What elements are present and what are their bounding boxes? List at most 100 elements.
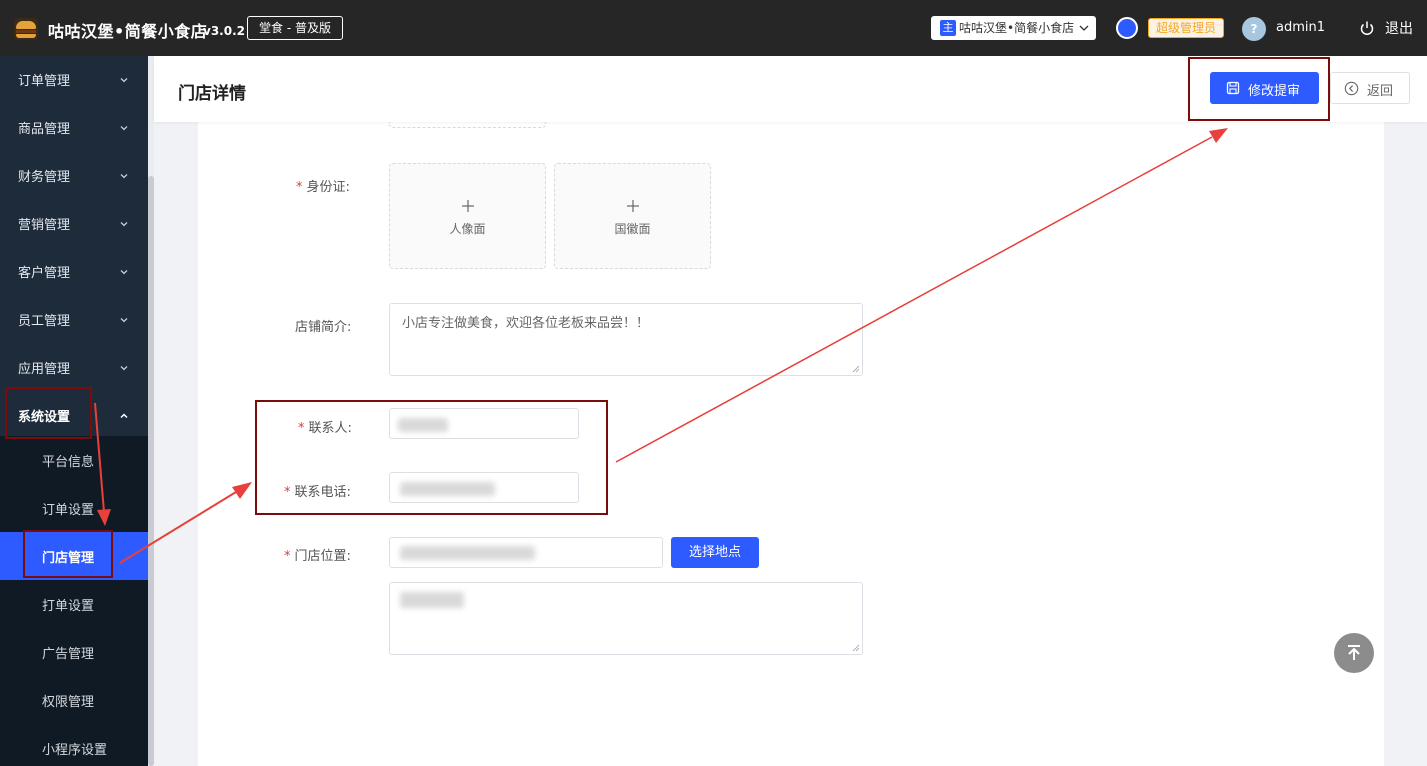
required-mark: *: [296, 180, 303, 195]
redacted-value: [400, 546, 535, 560]
store-detail-card: [198, 122, 1384, 766]
chevron-down-icon: [120, 174, 128, 179]
chevron-down-icon: [120, 270, 128, 275]
sidebar-item-marketing[interactable]: 营销管理: [0, 200, 148, 248]
page-header: 门店详情 修改提审 返回: [154, 56, 1427, 122]
status-dot-icon[interactable]: [1116, 17, 1138, 39]
save-icon: [1226, 81, 1240, 95]
sidebar-item-label: 应用管理: [18, 362, 71, 377]
intro-textarea[interactable]: 小店专注做美食，欢迎各位老板来品尝！！: [389, 303, 863, 376]
sidebar-item-label: 订单管理: [18, 74, 71, 89]
sidebar-subitem-ads[interactable]: 广告管理: [0, 628, 148, 676]
resize-handle-icon[interactable]: [852, 365, 860, 373]
burger-logo-icon: [14, 18, 38, 40]
system-settings-submenu: 平台信息 订单设置 门店管理 打单设置 广告管理 权限管理 小程序设置: [0, 436, 148, 766]
id-front-label: 人像面: [449, 222, 486, 236]
page-title: 门店详情: [178, 84, 246, 104]
content-area: [154, 122, 1427, 766]
sidebar-item-label: 员工管理: [18, 314, 71, 329]
chevron-down-icon: [120, 318, 128, 323]
phone-input[interactable]: [389, 472, 579, 503]
sidebar-subitem-miniprogram[interactable]: 小程序设置: [0, 724, 148, 766]
location-input[interactable]: [389, 537, 663, 568]
chevron-down-icon: [120, 126, 128, 131]
top-bar: 咕咕汉堡•简餐小食店 v3.0.2 堂食 - 普及版 主 咕咕汉堡•简餐小食店 …: [0, 0, 1427, 56]
chevron-down-icon: [120, 366, 128, 371]
sidebar-item-label: 营销管理: [18, 218, 71, 233]
phone-label: * 联系电话:: [284, 481, 351, 500]
required-mark: *: [284, 549, 291, 564]
avatar[interactable]: ?: [1242, 17, 1266, 41]
intro-label: 店铺简介:: [295, 320, 352, 335]
store-select[interactable]: 主 咕咕汉堡•简餐小食店: [931, 16, 1096, 40]
sidebar-subitem-label: 打单设置: [42, 599, 95, 614]
back-button[interactable]: 返回: [1330, 72, 1410, 104]
plus-icon: [462, 200, 474, 212]
sidebar-subitem-store-management[interactable]: 门店管理: [0, 532, 148, 580]
id-card-label: * 身份证:: [296, 176, 350, 195]
back-label: 返回: [1367, 84, 1394, 99]
sidebar-subitem-label: 广告管理: [42, 647, 95, 662]
chevron-left-circle-icon: [1344, 81, 1359, 96]
sidebar-item-label: 系统设置: [18, 410, 71, 425]
pick-location-button[interactable]: 选择地点: [671, 537, 759, 568]
contact-label-text: 联系人:: [308, 421, 352, 436]
id-back-label: 国徽面: [614, 222, 651, 236]
role-badge: 超级管理员: [1148, 18, 1225, 38]
id-front-upload[interactable]: 人像面: [389, 163, 546, 269]
sidebar-item-label: 商品管理: [18, 122, 71, 137]
phone-label-text: 联系电话:: [294, 485, 351, 500]
edition-badge[interactable]: 堂食 - 普及版: [247, 16, 343, 40]
submit-review-button[interactable]: 修改提审: [1210, 72, 1319, 104]
back-to-top-button[interactable]: [1334, 633, 1374, 673]
sidebar-item-label: 财务管理: [18, 170, 71, 185]
sidebar-subitem-label: 订单设置: [42, 503, 95, 518]
sidebar-item-apps[interactable]: 应用管理: [0, 344, 148, 392]
address-textarea[interactable]: [389, 582, 863, 655]
sidebar-subitem-platform-info[interactable]: 平台信息: [0, 436, 148, 484]
resize-handle-icon[interactable]: [852, 644, 860, 652]
sidebar-item-staff[interactable]: 员工管理: [0, 296, 148, 344]
sidebar-item-customers[interactable]: 客户管理: [0, 248, 148, 296]
redacted-value: [398, 418, 448, 432]
id-back-upload[interactable]: 国徽面: [554, 163, 711, 269]
redacted-value: [400, 482, 495, 496]
id-card-label-text: 身份证:: [306, 180, 350, 195]
app-version: v3.0.2: [203, 24, 245, 38]
sidebar-item-label: 客户管理: [18, 266, 71, 281]
app-title: 咕咕汉堡•简餐小食店: [48, 22, 208, 41]
location-label: * 门店位置:: [284, 545, 351, 564]
sidebar-subitem-label: 权限管理: [42, 695, 95, 710]
required-mark: *: [284, 485, 291, 500]
main-store-tag: 主: [940, 20, 956, 36]
store-name: 咕咕汉堡•简餐小食店: [959, 21, 1075, 35]
upload-box-partial[interactable]: [389, 122, 546, 128]
chevron-down-icon: [1079, 25, 1089, 31]
sidebar-subitem-permissions[interactable]: 权限管理: [0, 676, 148, 724]
sidebar: 订单管理 商品管理 财务管理 营销管理 客户管理 员工管理 应用管理 系统设置 …: [0, 56, 148, 766]
sidebar-subitem-label: 平台信息: [42, 455, 95, 470]
location-label-text: 门店位置:: [294, 549, 351, 564]
chevron-up-icon: [120, 413, 128, 419]
logout-label: 退出: [1385, 21, 1413, 37]
sidebar-item-orders[interactable]: 订单管理: [0, 56, 148, 104]
contact-label: * 联系人:: [298, 417, 352, 436]
required-mark: *: [298, 421, 305, 436]
contact-input[interactable]: [389, 408, 579, 439]
chevron-down-icon: [120, 78, 128, 83]
sidebar-subitem-label: 小程序设置: [42, 743, 108, 758]
sidebar-subitem-label: 门店管理: [42, 551, 95, 566]
submit-review-label: 修改提审: [1248, 84, 1301, 99]
chevron-down-icon: [120, 222, 128, 227]
sidebar-item-products[interactable]: 商品管理: [0, 104, 148, 152]
username[interactable]: admin1: [1276, 20, 1325, 35]
sidebar-item-system-settings[interactable]: 系统设置: [0, 392, 148, 440]
power-icon: [1360, 21, 1374, 35]
sidebar-subitem-order-settings[interactable]: 订单设置: [0, 484, 148, 532]
sidebar-subitem-print-settings[interactable]: 打单设置: [0, 580, 148, 628]
redacted-value: [400, 592, 464, 608]
plus-icon: [627, 200, 639, 212]
intro-text: 小店专注做美食，欢迎各位老板来品尝！！: [402, 316, 650, 331]
arrow-to-top-icon: [1348, 645, 1360, 660]
sidebar-item-finance[interactable]: 财务管理: [0, 152, 148, 200]
